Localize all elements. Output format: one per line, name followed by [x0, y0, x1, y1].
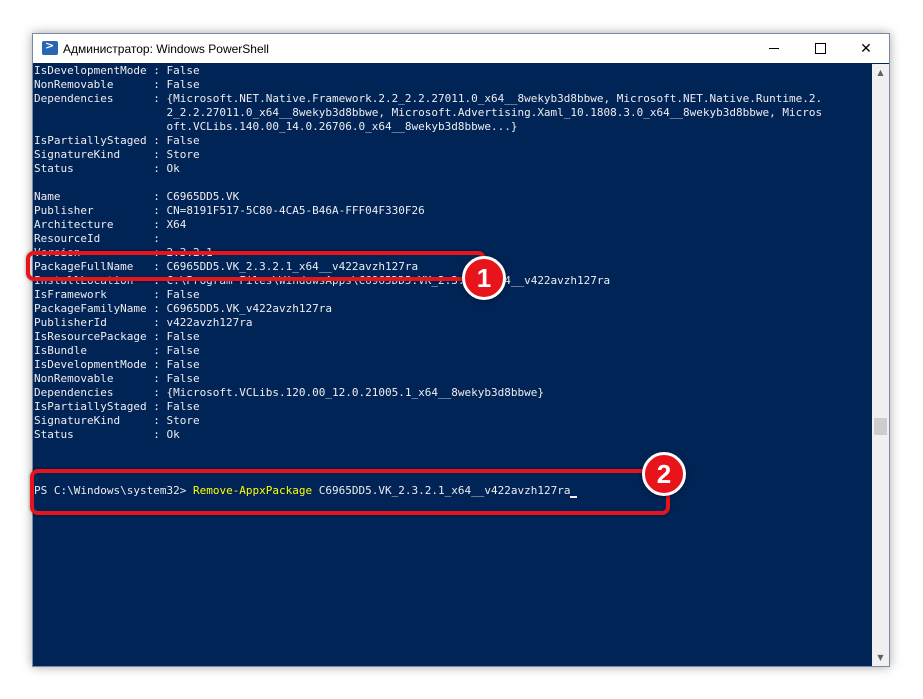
console-line: Dependencies : {Microsoft.NET.Native.Fra…	[34, 92, 823, 105]
console-line: oft.VCLibs.140.00_14.0.26706.0_x64__8wek…	[34, 120, 518, 133]
console-line: Publisher : CN=8191F517-5C80-4CA5-B46A-F…	[34, 204, 425, 217]
highlight-package-full-name	[26, 251, 486, 281]
console-output[interactable]: IsDevelopmentMode : False NonRemovable : …	[34, 64, 872, 666]
highlight-command-line	[30, 469, 670, 515]
console-line: IsResourcePackage : False	[34, 330, 200, 343]
vertical-scrollbar[interactable]: ▲ ▼	[872, 64, 889, 666]
console-line: Architecture : X64	[34, 218, 187, 231]
close-button[interactable]: ✕	[843, 34, 889, 63]
console-line: Status : Ok	[34, 162, 180, 175]
powershell-icon: >	[42, 39, 58, 55]
console-line: SignatureKind : Store	[34, 148, 200, 161]
console-lines: IsDevelopmentMode : False NonRemovable : …	[34, 64, 822, 498]
console-line: Status : Ok	[34, 428, 180, 441]
console-line: Name : C6965DD5.VK	[34, 190, 240, 203]
console-line: IsDevelopmentMode : False	[34, 64, 200, 77]
scrollbar-thumb[interactable]	[874, 418, 887, 435]
console-line: PublisherId : v422avzh127ra	[34, 316, 253, 329]
minimize-icon	[769, 48, 779, 49]
console-line: 2_2.2.27011.0_x64__8wekyb3d8bbwe, Micros…	[34, 106, 823, 119]
console-line: IsPartiallyStaged : False	[34, 400, 200, 413]
console-line: NonRemovable : False	[34, 78, 200, 91]
step-badge-1: 1	[462, 256, 506, 300]
console-line: Dependencies : {Microsoft.VCLibs.120.00_…	[34, 386, 544, 399]
step-badge-2: 2	[642, 452, 686, 496]
console-line: ResourceId :	[34, 232, 160, 245]
console-line: IsPartiallyStaged : False	[34, 134, 200, 147]
minimize-button[interactable]	[751, 34, 797, 63]
console-line: SignatureKind : Store	[34, 414, 200, 427]
powershell-window: > Администратор: Windows PowerShell ✕ Is…	[32, 33, 890, 667]
title-bar[interactable]: > Администратор: Windows PowerShell ✕	[33, 34, 889, 63]
scroll-up-arrow-icon[interactable]: ▲	[872, 64, 889, 81]
maximize-button[interactable]	[797, 34, 843, 63]
maximize-icon	[814, 43, 826, 54]
console-line: IsDevelopmentMode : False	[34, 358, 200, 371]
console-line: PackageFamilyName : C6965DD5.VK_v422avzh…	[34, 302, 333, 315]
console-line: IsBundle : False	[34, 344, 200, 357]
console-line: NonRemovable : False	[34, 372, 200, 385]
window-title: Администратор: Windows PowerShell	[63, 42, 269, 56]
console-line: IsFramework : False	[34, 288, 200, 301]
close-icon: ✕	[860, 40, 872, 57]
scroll-down-arrow-icon[interactable]: ▼	[872, 649, 889, 666]
